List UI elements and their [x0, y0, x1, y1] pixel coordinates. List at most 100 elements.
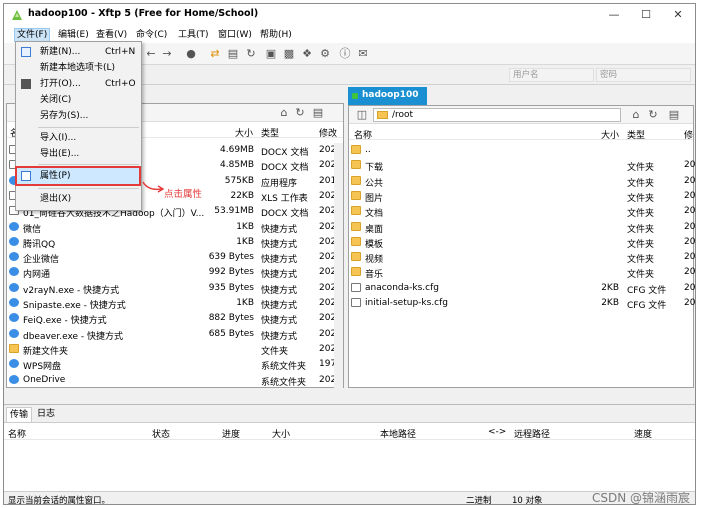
help-icon[interactable]: ⓘ — [338, 47, 352, 61]
file-row[interactable]: 下载 文件夹 20 — [349, 158, 695, 173]
file-row[interactable]: WPS网盘 系统文件夹 197 — [7, 357, 336, 373]
file-row[interactable]: dbeaver.exe - 快捷方式 685 Bytes 快捷方式 202 — [7, 327, 336, 342]
col-size[interactable]: 大小 — [272, 427, 290, 440]
file-name: 图片 — [365, 193, 384, 204]
home-icon[interactable]: ⌂ — [277, 106, 291, 120]
file-type: 快捷方式 — [261, 301, 298, 311]
tab-transfer[interactable]: 传输 — [6, 407, 33, 422]
minimize-button[interactable]: — — [598, 4, 630, 26]
stop-icon[interactable]: ● — [184, 47, 198, 61]
file-row[interactable]: 桌面 文件夹 20 — [349, 220, 695, 235]
menu-help[interactable]: 帮助(H) — [258, 28, 294, 42]
home-icon[interactable]: ⌂ — [629, 108, 643, 122]
local-scrollbar[interactable] — [334, 143, 343, 388]
remote-path-input[interactable]: /root — [373, 108, 621, 122]
file-name: 企业微信 — [23, 255, 60, 266]
file-row[interactable]: 模板 文件夹 20 — [349, 235, 695, 250]
col-modified[interactable]: 修改 — [319, 126, 337, 139]
file-type: 文件夹 — [627, 224, 655, 235]
file-row[interactable]: 企业微信 639 Bytes 快捷方式 202 — [7, 250, 336, 266]
view-icon[interactable]: ▤ — [311, 106, 325, 120]
col-size[interactable]: 大小 — [601, 128, 619, 141]
file-row[interactable]: v2rayN.exe - 快捷方式 935 Bytes 快捷方式 202 — [7, 281, 336, 296]
paste-icon[interactable]: ▩ — [282, 47, 296, 61]
transfer-icon[interactable]: ⇄ — [208, 47, 222, 61]
refresh-icon[interactable]: ↻ — [646, 108, 660, 122]
file-type: 系统文件夹 — [261, 362, 307, 373]
file-row[interactable]: Snipaste.exe - 快捷方式 1KB 快捷方式 202 — [7, 296, 336, 311]
menu-file[interactable]: 文件(F) — [14, 28, 51, 42]
file-type: CFG 文件 — [627, 285, 667, 296]
file-size: 882 Bytes — [208, 313, 254, 324]
file-type: 文件夹 — [627, 209, 655, 220]
forward-icon[interactable]: → — [160, 47, 174, 61]
file-row[interactable]: 内网通 992 Bytes 快捷方式 202 — [7, 265, 336, 280]
menu-item-save-as[interactable]: 另存为(S)... — [16, 108, 141, 124]
col-name[interactable]: 名称 — [8, 427, 26, 440]
bird-icon[interactable]: ❖ — [300, 47, 314, 61]
file-row[interactable]: 公共 文件夹 20 — [349, 174, 695, 189]
file-row[interactable]: anaconda-ks.cfg 2KB CFG 文件 20 — [349, 281, 695, 296]
file-row[interactable]: initial-setup-ks.cfg 2KB CFG 文件 20 — [349, 296, 695, 311]
menu-item-new[interactable]: 新建(N)... Ctrl+N — [16, 44, 141, 60]
app-icon — [9, 313, 19, 323]
tab-hadoop100[interactable]: hadoop100 — [348, 87, 427, 105]
col-name[interactable]: 名称 — [354, 128, 372, 141]
file-row[interactable]: 视频 文件夹 20 — [349, 250, 695, 265]
menu-item-exit[interactable]: 退出(X) — [16, 191, 141, 207]
remote-file-list: .. 下载 文件夹 20 公共 文件夹 20 图片 文件夹 20 文档 文件夹 20 桌面 文件夹 20 模板文… — [349, 143, 695, 383]
file-row[interactable]: .. — [349, 143, 695, 158]
username-field[interactable]: 用户名 — [509, 68, 594, 82]
menu-item-new-local-tab[interactable]: 新建本地选项卡(L) — [16, 60, 141, 76]
menu-view[interactable]: 查看(V) — [94, 28, 129, 42]
file-row[interactable]: 新建文件夹 文件夹 202 — [7, 342, 336, 357]
close-button[interactable]: ✕ — [662, 4, 694, 26]
file-type: 快捷方式 — [261, 239, 298, 250]
file-size: 2KB — [601, 298, 619, 308]
gear-icon[interactable]: ⚙ — [318, 47, 332, 61]
col-remote-path[interactable]: 远程路径 — [514, 427, 550, 440]
menu-command[interactable]: 命令(C) — [134, 28, 169, 42]
refresh-icon[interactable]: ↻ — [293, 106, 307, 120]
menu-item-export[interactable]: 导出(E)... — [16, 146, 141, 162]
file-type: 文件夹 — [627, 178, 655, 189]
col-modified[interactable]: 修 — [684, 128, 693, 141]
menu-item-import[interactable]: 导入(I)... — [16, 130, 141, 146]
refresh-icon[interactable]: ↻ — [244, 47, 258, 61]
menu-item-open[interactable]: 打开(O)... Ctrl+O — [16, 76, 141, 92]
file-row[interactable]: 文档 文件夹 20 — [349, 204, 695, 219]
col-local-path[interactable]: 本地路径 — [380, 427, 416, 440]
password-field[interactable]: 密码 — [596, 68, 691, 82]
xftp-logo-icon — [12, 10, 22, 20]
col-size[interactable]: 大小 — [235, 126, 253, 139]
file-row[interactable]: 音乐 文件夹 20 — [349, 265, 695, 280]
col-speed[interactable]: 速度 — [634, 427, 652, 440]
col-type[interactable]: 类型 — [627, 128, 645, 141]
menu-edit[interactable]: 编辑(E) — [56, 28, 91, 42]
tab-log[interactable]: 日志 — [34, 407, 58, 422]
menu-window[interactable]: 窗口(W) — [216, 28, 254, 42]
file-row[interactable]: OneDrive 系统文件夹 202 — [7, 373, 336, 388]
app-icon — [9, 298, 19, 307]
file-row[interactable]: 图片 文件夹 20 — [349, 189, 695, 204]
col-progress[interactable]: 进度 — [222, 427, 240, 440]
col-status[interactable]: 状态 — [152, 427, 170, 440]
folder-icon — [351, 221, 361, 231]
menu-tools[interactable]: 工具(T) — [176, 28, 211, 42]
panel-icon[interactable]: ◫ — [355, 108, 369, 122]
menu-item-close[interactable]: 关闭(C) — [16, 92, 141, 108]
view-icon[interactable]: ▤ — [667, 108, 681, 122]
chat-icon[interactable]: ✉ — [356, 47, 370, 61]
col-type[interactable]: 类型 — [261, 126, 279, 139]
col-direction[interactable]: <-> — [488, 427, 506, 437]
back-icon[interactable]: ← — [144, 47, 158, 61]
file-row[interactable]: 腾讯QQ 1KB 快捷方式 202 — [7, 235, 336, 250]
maximize-button[interactable]: ☐ — [630, 4, 662, 26]
folder-icon — [351, 252, 361, 262]
file-row[interactable]: FeiQ.exe - 快捷方式 882 Bytes 快捷方式 202 — [7, 311, 336, 326]
file-name: Snipaste.exe - 快捷方式 — [23, 301, 126, 311]
sync-icon[interactable]: ▣ — [264, 47, 278, 61]
folder-icon[interactable]: ▤ — [226, 47, 240, 61]
file-row[interactable]: 微信 1KB 快捷方式 202 — [7, 220, 336, 235]
file-name: 音乐 — [365, 270, 384, 281]
